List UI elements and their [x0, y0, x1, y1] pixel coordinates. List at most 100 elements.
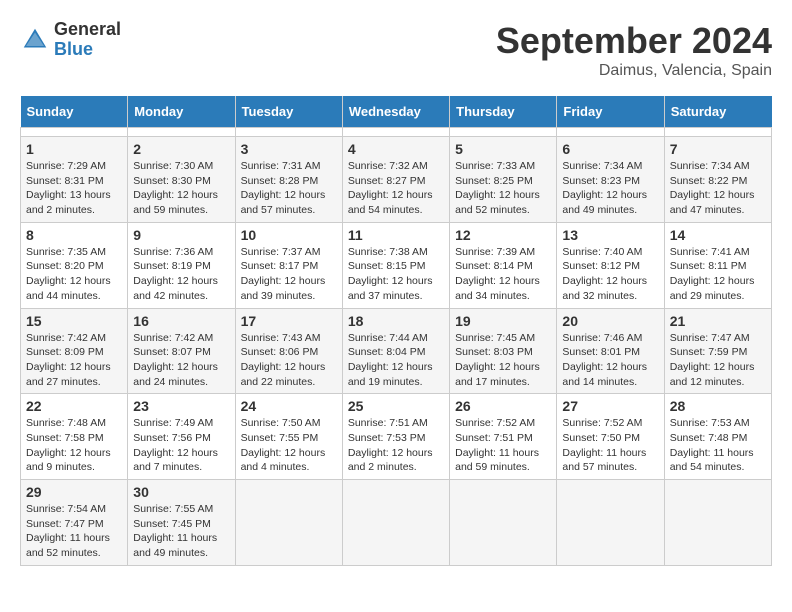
day-number: 14: [670, 227, 766, 243]
calendar-cell: 23 Sunrise: 7:49 AMSunset: 7:56 PMDayligh…: [128, 394, 235, 480]
calendar-cell: 11Sunrise: 7:38 AMSunset: 8:15 PMDayligh…: [342, 222, 449, 308]
calendar-cell: [557, 128, 664, 137]
calendar-cell: 5Sunrise: 7:33 AMSunset: 8:25 PMDaylight…: [450, 137, 557, 223]
col-tuesday: Tuesday: [235, 96, 342, 128]
calendar-cell: 29 Sunrise: 7:54 AMSunset: 7:47 PMDayligh…: [21, 480, 128, 566]
calendar-row: 8 Sunrise: 7:35 AMSunset: 8:20 PMDaylight…: [21, 222, 772, 308]
cell-details: Sunrise: 7:46 AMSunset: 8:01 PMDaylight:…: [562, 331, 658, 390]
cell-details: Sunrise: 7:52 AMSunset: 7:50 PMDaylight:…: [562, 416, 658, 475]
day-number: 26: [455, 398, 551, 414]
cell-details: Sunrise: 7:33 AMSunset: 8:25 PMDaylight:…: [455, 159, 551, 218]
cell-details: Sunrise: 7:34 AMSunset: 8:23 PMDaylight:…: [562, 159, 658, 218]
calendar-cell: [128, 128, 235, 137]
cell-details: Sunrise: 7:43 AMSunset: 8:06 PMDaylight:…: [241, 331, 337, 390]
day-number: 15: [26, 313, 122, 329]
logo-general-text: General: [54, 20, 121, 40]
day-number: 18: [348, 313, 444, 329]
day-number: 9: [133, 227, 229, 243]
day-number: 19: [455, 313, 551, 329]
calendar-cell: 26 Sunrise: 7:52 AMSunset: 7:51 PMDayligh…: [450, 394, 557, 480]
day-number: 22: [26, 398, 122, 414]
calendar-table: Sunday Monday Tuesday Wednesday Thursday…: [20, 96, 772, 566]
day-number: 28: [670, 398, 766, 414]
day-number: 10: [241, 227, 337, 243]
calendar-cell: 17 Sunrise: 7:43 AMSunset: 8:06 PMDayligh…: [235, 308, 342, 394]
calendar-cell: 13 Sunrise: 7:40 AMSunset: 8:12 PMDayligh…: [557, 222, 664, 308]
col-thursday: Thursday: [450, 96, 557, 128]
day-number: 16: [133, 313, 229, 329]
calendar-cell: 14Sunrise: 7:41 AMSunset: 8:11 PMDayligh…: [664, 222, 771, 308]
calendar-cell: [664, 480, 771, 566]
cell-details: Sunrise: 7:49 AMSunset: 7:56 PMDaylight:…: [133, 416, 229, 475]
cell-details: Sunrise: 7:48 AMSunset: 7:58 PMDaylight:…: [26, 416, 122, 475]
calendar-cell: [21, 128, 128, 137]
cell-details: Sunrise: 7:52 AMSunset: 7:51 PMDaylight:…: [455, 416, 551, 475]
calendar-row: 29 Sunrise: 7:54 AMSunset: 7:47 PMDayligh…: [21, 480, 772, 566]
header-row: Sunday Monday Tuesday Wednesday Thursday…: [21, 96, 772, 128]
cell-details: Sunrise: 7:42 AMSunset: 8:07 PMDaylight:…: [133, 331, 229, 390]
cell-details: Sunrise: 7:47 AMSunset: 7:59 PMDaylight:…: [670, 331, 766, 390]
cell-details: Sunrise: 7:40 AMSunset: 8:12 PMDaylight:…: [562, 245, 658, 304]
page-header: General Blue September 2024 Daimus, Vale…: [20, 20, 772, 80]
col-friday: Friday: [557, 96, 664, 128]
calendar-cell: [235, 128, 342, 137]
cell-details: Sunrise: 7:31 AMSunset: 8:28 PMDaylight:…: [241, 159, 337, 218]
calendar-cell: 9Sunrise: 7:36 AMSunset: 8:19 PMDaylight…: [128, 222, 235, 308]
month-title: September 2024: [496, 20, 772, 62]
calendar-cell: 3 Sunrise: 7:31 AMSunset: 8:28 PMDaylight…: [235, 137, 342, 223]
calendar-cell: 30 Sunrise: 7:55 AMSunset: 7:45 PMDayligh…: [128, 480, 235, 566]
cell-details: Sunrise: 7:35 AMSunset: 8:20 PMDaylight:…: [26, 245, 122, 304]
cell-details: Sunrise: 7:45 AMSunset: 8:03 PMDaylight:…: [455, 331, 551, 390]
cell-details: Sunrise: 7:55 AMSunset: 7:45 PMDaylight:…: [133, 502, 229, 561]
day-number: 8: [26, 227, 122, 243]
cell-details: Sunrise: 7:54 AMSunset: 7:47 PMDaylight:…: [26, 502, 122, 561]
calendar-cell: 2Sunrise: 7:30 AMSunset: 8:30 PMDaylight…: [128, 137, 235, 223]
day-number: 7: [670, 141, 766, 157]
calendar-cell: 6 Sunrise: 7:34 AMSunset: 8:23 PMDaylight…: [557, 137, 664, 223]
calendar-cell: 25 Sunrise: 7:51 AMSunset: 7:53 PMDayligh…: [342, 394, 449, 480]
calendar-cell: [557, 480, 664, 566]
cell-details: Sunrise: 7:29 AMSunset: 8:31 PMDaylight:…: [26, 159, 122, 218]
day-number: 20: [562, 313, 658, 329]
calendar-cell: 22 Sunrise: 7:48 AMSunset: 7:58 PMDayligh…: [21, 394, 128, 480]
col-monday: Monday: [128, 96, 235, 128]
cell-details: Sunrise: 7:37 AMSunset: 8:17 PMDaylight:…: [241, 245, 337, 304]
day-number: 30: [133, 484, 229, 500]
day-number: 25: [348, 398, 444, 414]
title-block: September 2024 Daimus, Valencia, Spain: [496, 20, 772, 80]
cell-details: Sunrise: 7:50 AMSunset: 7:55 PMDaylight:…: [241, 416, 337, 475]
calendar-cell: [664, 128, 771, 137]
day-number: 23: [133, 398, 229, 414]
logo: General Blue: [20, 20, 121, 60]
calendar-row: [21, 128, 772, 137]
calendar-row: 22 Sunrise: 7:48 AMSunset: 7:58 PMDayligh…: [21, 394, 772, 480]
calendar-cell: 24 Sunrise: 7:50 AMSunset: 7:55 PMDayligh…: [235, 394, 342, 480]
calendar-cell: 7Sunrise: 7:34 AMSunset: 8:22 PMDaylight…: [664, 137, 771, 223]
day-number: 13: [562, 227, 658, 243]
cell-details: Sunrise: 7:39 AMSunset: 8:14 PMDaylight:…: [455, 245, 551, 304]
cell-details: Sunrise: 7:51 AMSunset: 7:53 PMDaylight:…: [348, 416, 444, 475]
calendar-cell: [235, 480, 342, 566]
calendar-cell: 18Sunrise: 7:44 AMSunset: 8:04 PMDayligh…: [342, 308, 449, 394]
logo-icon: [20, 25, 50, 55]
calendar-cell: 19 Sunrise: 7:45 AMSunset: 8:03 PMDayligh…: [450, 308, 557, 394]
col-saturday: Saturday: [664, 96, 771, 128]
calendar-cell: [450, 480, 557, 566]
col-sunday: Sunday: [21, 96, 128, 128]
calendar-cell: 28 Sunrise: 7:53 AMSunset: 7:48 PMDayligh…: [664, 394, 771, 480]
cell-details: Sunrise: 7:30 AMSunset: 8:30 PMDaylight:…: [133, 159, 229, 218]
calendar-cell: 8 Sunrise: 7:35 AMSunset: 8:20 PMDaylight…: [21, 222, 128, 308]
day-number: 4: [348, 141, 444, 157]
day-number: 24: [241, 398, 337, 414]
day-number: 6: [562, 141, 658, 157]
day-number: 3: [241, 141, 337, 157]
day-number: 1: [26, 141, 122, 157]
calendar-cell: 15Sunrise: 7:42 AMSunset: 8:09 PMDayligh…: [21, 308, 128, 394]
location-text: Daimus, Valencia, Spain: [496, 62, 772, 80]
day-number: 29: [26, 484, 122, 500]
day-number: 17: [241, 313, 337, 329]
cell-details: Sunrise: 7:53 AMSunset: 7:48 PMDaylight:…: [670, 416, 766, 475]
calendar-cell: [450, 128, 557, 137]
calendar-cell: 1 Sunrise: 7:29 AMSunset: 8:31 PMDaylight…: [21, 137, 128, 223]
col-wednesday: Wednesday: [342, 96, 449, 128]
